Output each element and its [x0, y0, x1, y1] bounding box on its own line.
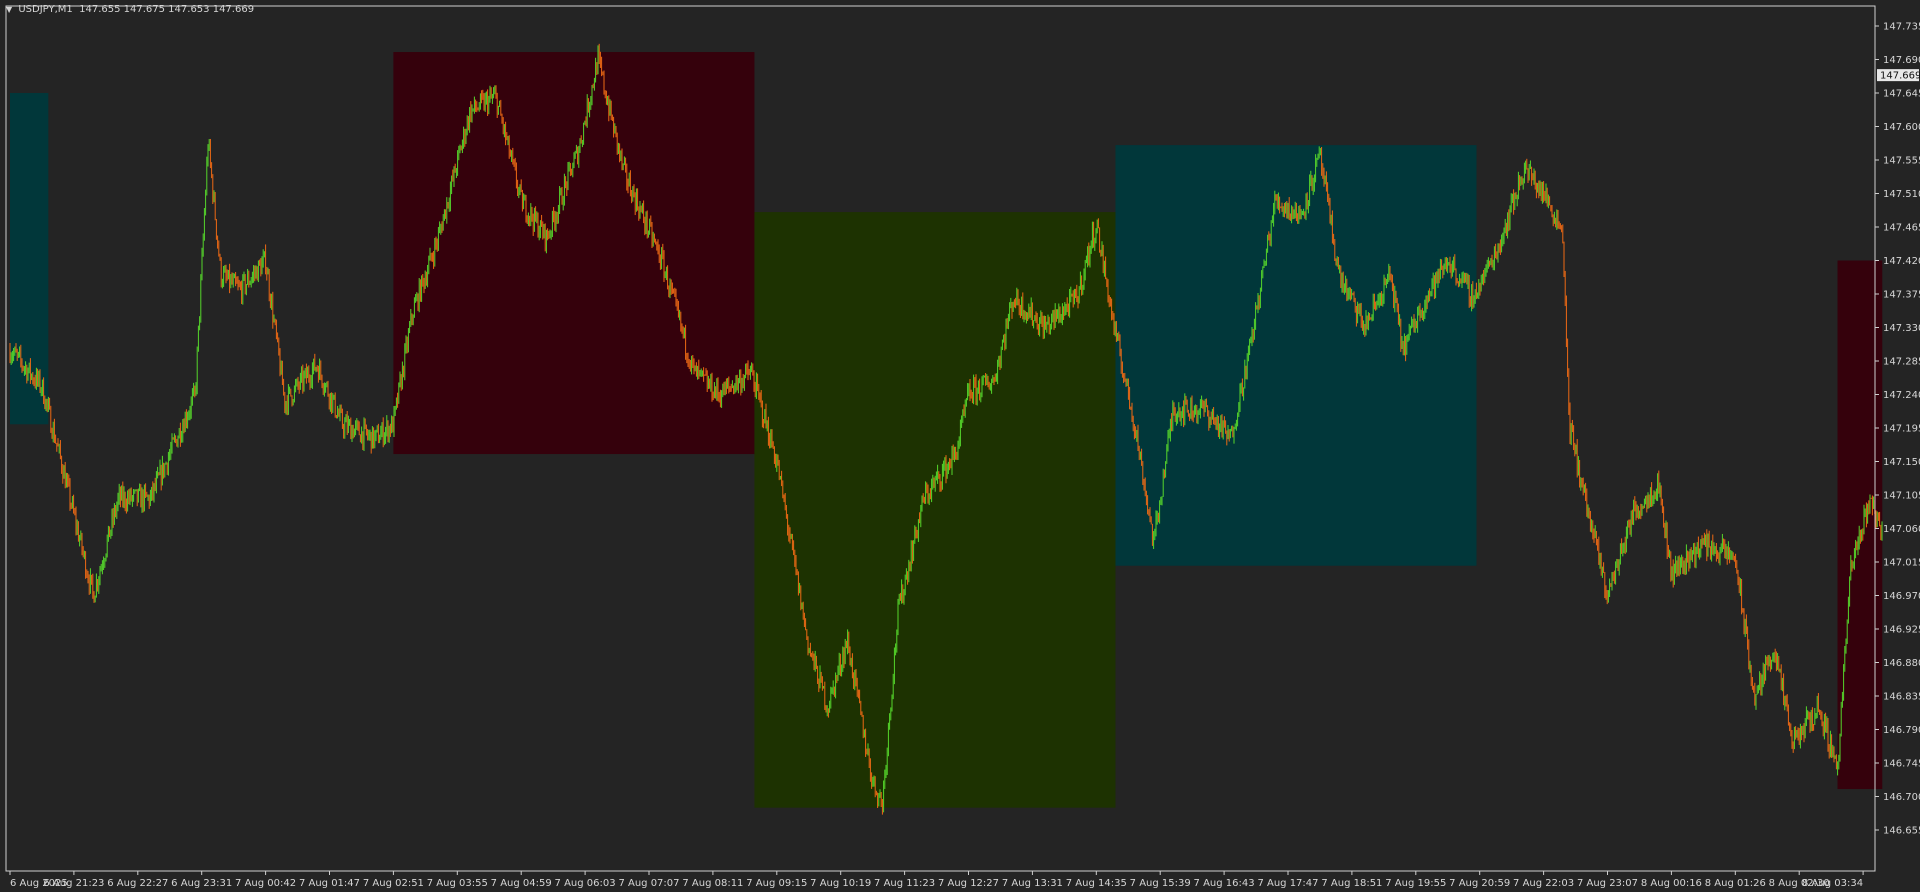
- time-tick-label: 7 Aug 17:47: [1257, 878, 1318, 889]
- time-tick-label: 8 Aug 00:16: [1641, 878, 1702, 889]
- price-tick-label: 147.600: [1883, 122, 1920, 133]
- time-tick-label: 7 Aug 04:59: [491, 878, 552, 889]
- price-tick-label: 147.465: [1883, 223, 1920, 234]
- price-tick-label: 147.150: [1883, 457, 1920, 468]
- time-tick-label: 8 Aug 01:26: [1705, 878, 1766, 889]
- time-tick-label: 7 Aug 14:35: [1066, 878, 1127, 889]
- zone-red: [393, 52, 755, 455]
- time-tick-label: 7 Aug 08:11: [682, 878, 743, 889]
- zone-green: [754, 212, 1116, 808]
- price-tick-label: 147.105: [1883, 491, 1920, 502]
- chart-title: ▼ USDJPY,M1 147.655 147.675 147.653 147.…: [6, 4, 254, 15]
- price-tick-label: 147.420: [1883, 256, 1920, 267]
- collapse-arrow-icon[interactable]: ▼: [6, 5, 12, 14]
- price-tick-label: 146.700: [1883, 792, 1920, 803]
- time-tick-label: 7 Aug 15:39: [1130, 878, 1191, 889]
- price-tick-label: 147.690: [1883, 55, 1920, 66]
- symbol-label: USDJPY,M1: [18, 4, 73, 15]
- time-tick-label: 7 Aug 11:23: [874, 878, 935, 889]
- price-tick-label: 146.790: [1883, 725, 1920, 736]
- time-tick-label: 7 Aug 19:55: [1385, 878, 1446, 889]
- price-tick-label: 146.835: [1883, 692, 1920, 703]
- price-tick-label: 147.240: [1883, 390, 1920, 401]
- price-tick-label: 146.745: [1883, 759, 1920, 770]
- price-tick-label: 146.925: [1883, 625, 1920, 636]
- price-tick-label: 146.655: [1883, 826, 1920, 837]
- current-price-label: 147.669: [1880, 71, 1920, 82]
- time-tick-label: 7 Aug 20:59: [1449, 878, 1510, 889]
- price-tick-label: 147.645: [1883, 89, 1920, 100]
- time-tick-label: 6 Aug 23:31: [171, 878, 232, 889]
- time-tick-label: 7 Aug 22:03: [1513, 878, 1574, 889]
- time-axis: 6 Aug 20256 Aug 21:23 6 Aug 22:27 6 Aug 23…: [9, 871, 1864, 889]
- time-tick-label: 7 Aug 06:03: [555, 878, 616, 889]
- time-tick-label: 7 Aug 02:51: [363, 878, 424, 889]
- time-tick-label: 7 Aug 10:19: [810, 878, 871, 889]
- chart-window[interactable]: 147.735 147.690 147.645 147.600 147.555 147.5…: [0, 0, 1920, 892]
- time-tick-label: 7 Aug 23:07: [1577, 878, 1638, 889]
- price-tick-label: 147.735: [1883, 22, 1920, 33]
- time-tick-label: 6 Aug 21:23: [43, 878, 104, 889]
- price-chart[interactable]: 147.735 147.690 147.645 147.600 147.555 147.5…: [0, 0, 1920, 892]
- time-tick-label: 7 Aug 01:47: [299, 878, 360, 889]
- time-tick-label: 8 Aug 03:34: [1802, 878, 1863, 889]
- price-tick-label: 147.375: [1883, 290, 1920, 301]
- zone-teal: [10, 93, 49, 425]
- time-tick-label: 7 Aug 07:07: [618, 878, 679, 889]
- time-tick-label: 7 Aug 13:31: [1002, 878, 1063, 889]
- time-tick-label: 7 Aug 03:55: [427, 878, 488, 889]
- price-tick-label: 147.555: [1883, 156, 1920, 167]
- time-tick-label: 7 Aug 16:43: [1194, 878, 1255, 889]
- ohlc-readout: 147.655 147.675 147.653 147.669: [79, 4, 255, 15]
- price-tick-label: 147.015: [1883, 558, 1920, 569]
- price-tick-label: 147.195: [1883, 424, 1920, 435]
- price-tick-label: 147.510: [1883, 189, 1920, 200]
- time-tick-label: 7 Aug 12:27: [938, 878, 999, 889]
- time-tick-label: 6 Aug 22:27: [107, 878, 168, 889]
- price-tick-label: 146.880: [1883, 658, 1920, 669]
- time-tick-label: 7 Aug 00:42: [235, 878, 296, 889]
- time-tick-label: 7 Aug 09:15: [746, 878, 807, 889]
- price-tick-label: 147.285: [1883, 357, 1920, 368]
- price-tick-label: 147.060: [1883, 524, 1920, 535]
- price-tick-label: 147.330: [1883, 323, 1920, 334]
- price-tick-label: 146.970: [1883, 591, 1920, 602]
- zones-layer: [10, 52, 1883, 808]
- time-tick-label: 7 Aug 18:51: [1321, 878, 1382, 889]
